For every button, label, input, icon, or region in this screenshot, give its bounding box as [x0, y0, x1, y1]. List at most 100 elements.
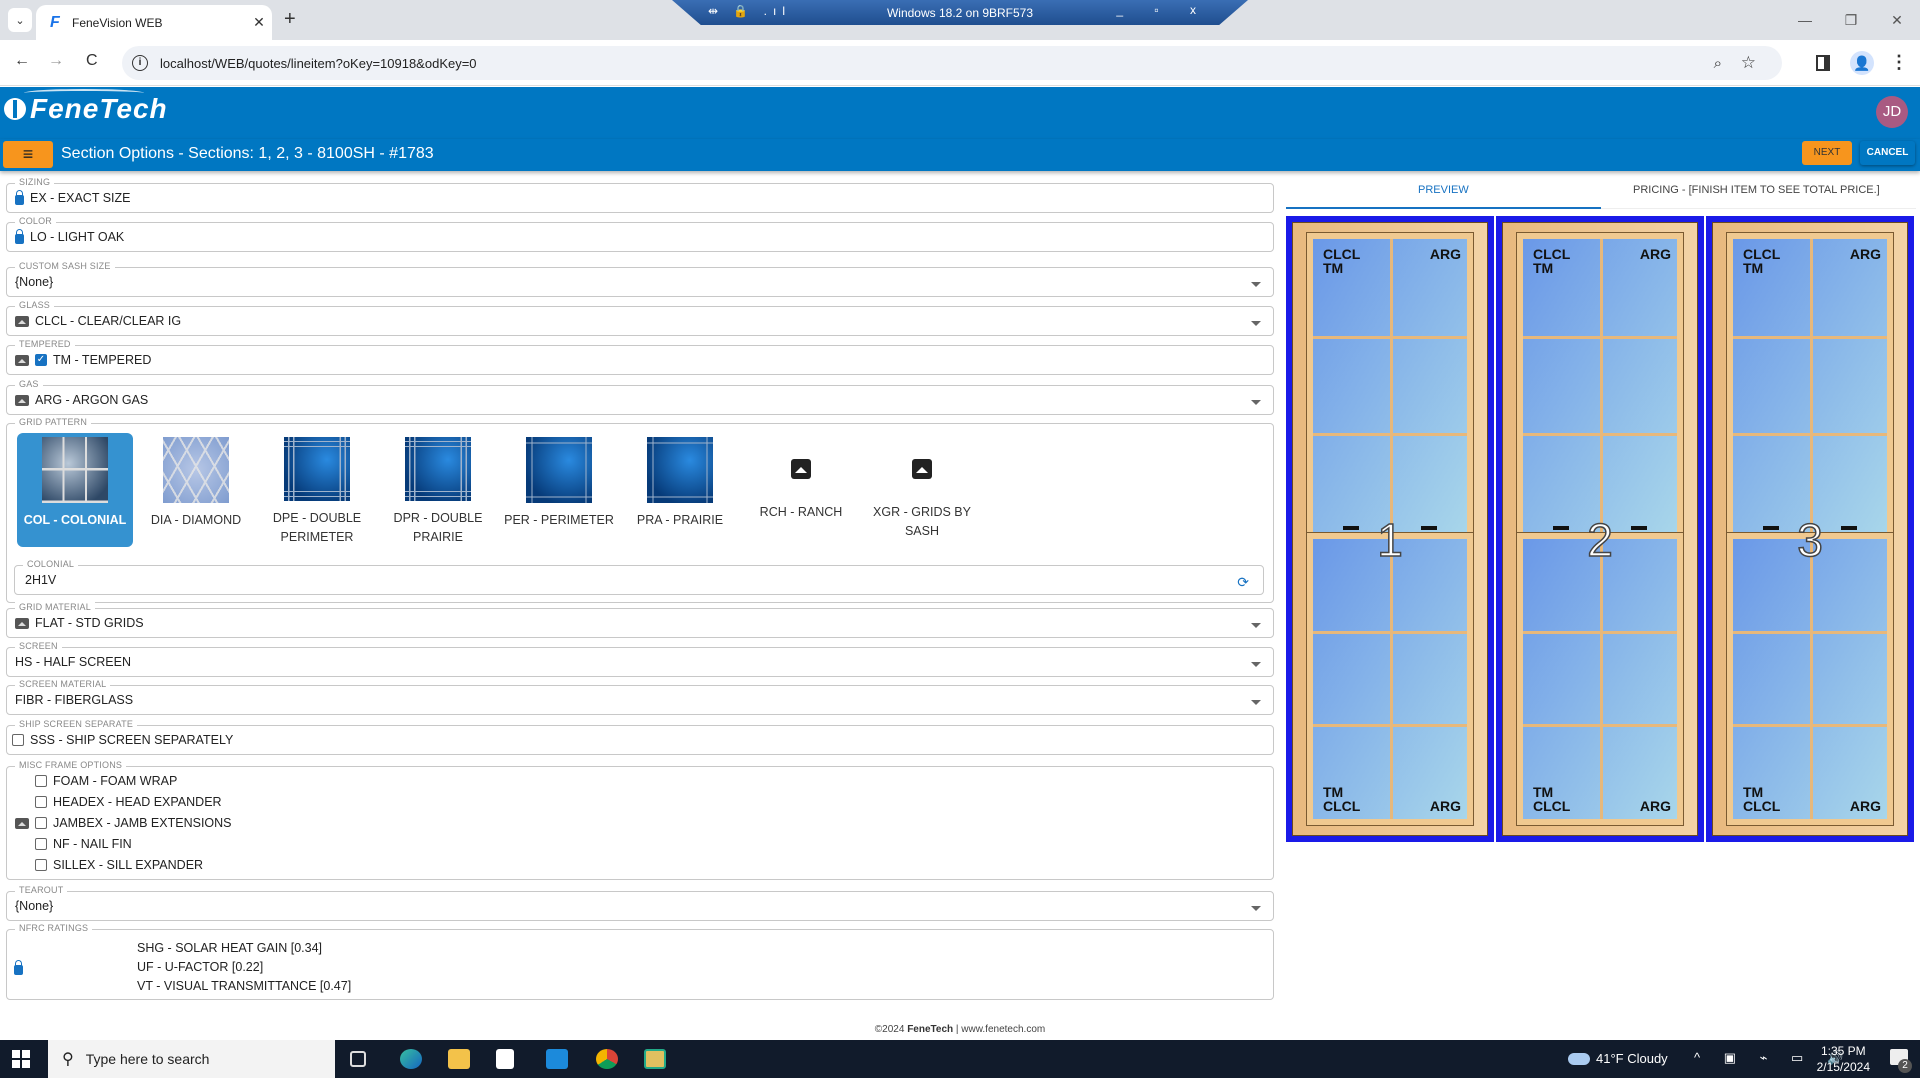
grid-material-select[interactable]: GRID MATERIAL FLAT - STD GRIDS [6, 602, 1274, 638]
grid-option-grids-by-sash[interactable]: XGR - GRIDS BY SASH [864, 433, 980, 547]
weather-widget[interactable]: 41°F Cloudy [1568, 1051, 1668, 1066]
fenetech-logo[interactable]: FeneTech [4, 89, 168, 125]
dropdown-arrow-icon[interactable] [1251, 700, 1261, 705]
dropdown-arrow-icon[interactable] [1251, 400, 1261, 405]
option-label: FOAM - FOAM WRAP [53, 774, 178, 788]
dropdown-arrow-icon[interactable] [1251, 662, 1261, 667]
close-window-button[interactable]: ✕ [1874, 0, 1920, 40]
mail-icon[interactable] [546, 1049, 568, 1069]
sash-lock-icon [1553, 526, 1569, 530]
dropdown-arrow-icon[interactable] [1251, 906, 1261, 911]
dropdown-arrow-icon[interactable] [1251, 321, 1261, 326]
edge-browser-icon[interactable] [400, 1049, 422, 1069]
site-info-icon[interactable]: i [132, 55, 148, 71]
misc-option-sillex[interactable]: SILLEX - SILL EXPANDER [15, 858, 203, 872]
misc-option-jambex[interactable]: JAMBEX - JAMB EXTENSIONS [15, 816, 232, 830]
side-panel-icon[interactable] [1816, 55, 1830, 71]
windows-start-icon[interactable] [12, 1050, 30, 1068]
grid-muntin [1733, 631, 1887, 635]
misc-option-headex[interactable]: HEADEX - HEAD EXPANDER [15, 795, 222, 809]
forward-button[interactable]: → [48, 52, 64, 70]
microsoft-store-icon[interactable] [496, 1049, 514, 1069]
image-icon[interactable] [15, 315, 29, 327]
tearout-value: {None} [15, 899, 54, 913]
grid-option-prairie[interactable]: PRA - PRAIRIE [622, 433, 738, 547]
dropdown-arrow-icon[interactable] [1251, 282, 1261, 287]
grid-muntin [1390, 239, 1393, 533]
restore-button[interactable]: ❐ [1828, 0, 1874, 40]
colonial-input[interactable]: COLONIAL 2H1V ⟳ [14, 559, 1264, 595]
grid-option-double-perimeter[interactable]: DPE - DOUBLE PERIMETER [259, 433, 375, 547]
screen-select[interactable]: SCREEN HS - HALF SCREEN [6, 641, 1274, 677]
diamond-thumbnail [163, 437, 229, 503]
task-view-icon[interactable] [350, 1051, 366, 1067]
zoom-icon[interactable]: ⌕ [1714, 55, 1722, 72]
tab-preview[interactable]: PREVIEW [1418, 184, 1469, 196]
dropdown-arrow-icon[interactable] [1251, 623, 1261, 628]
tempered-checkbox[interactable]: ✓ [35, 354, 47, 366]
menu-hamburger-icon[interactable]: ≡ [3, 141, 53, 168]
checkbox[interactable] [35, 775, 47, 787]
window-section-2[interactable]: CLCL TM ARG TM CLCL ARG 2 [1496, 216, 1704, 842]
nfrc-shg: SHG - SOLAR HEAT GAIN [0.34] [137, 941, 323, 955]
grid-muntin [1523, 433, 1677, 437]
checkbox[interactable] [35, 838, 47, 850]
window-section-1[interactable]: CLCL TM ARG TM CLCL ARG 1 [1286, 216, 1494, 842]
checkbox[interactable] [35, 859, 47, 871]
grid-option-label: DPR - DOUBLE PRAIRIE [393, 511, 483, 544]
screen-material-select[interactable]: SCREEN MATERIAL FIBR - FIBERGLASS [6, 679, 1274, 715]
grid-muntin [1600, 239, 1603, 533]
image-icon[interactable] [15, 394, 29, 406]
back-button[interactable]: ← [14, 52, 30, 70]
rdp-window-controls[interactable]: _ ▫ x [1116, 3, 1210, 17]
grid-option-diamond[interactable]: DIA - DIAMOND [138, 433, 254, 547]
colonial-value[interactable]: 2H1V [25, 573, 56, 587]
colonial-label: COLONIAL [23, 559, 79, 569]
reload-button[interactable]: C [86, 52, 98, 70]
tab-search-button[interactable]: ⌄ [8, 8, 32, 32]
grid-option-double-prairie[interactable]: DPR - DOUBLE PRAIRIE [380, 433, 496, 547]
bookmark-star-icon[interactable]: ☆ [1741, 53, 1756, 73]
chrome-icon[interactable] [596, 1049, 618, 1069]
image-icon[interactable] [15, 817, 29, 829]
remote-tool-icon[interactable] [644, 1049, 666, 1069]
taskbar-search[interactable]: ⚲ Type here to search [48, 1040, 335, 1078]
tab-close-icon[interactable]: ✕ [246, 14, 272, 31]
ship-screen-separate-checkbox[interactable] [12, 734, 24, 746]
misc-option-nf[interactable]: NF - NAIL FIN [15, 837, 132, 851]
tearout-select[interactable]: TEAROUT {None} [6, 885, 1274, 921]
profile-icon[interactable]: 👤 [1850, 51, 1874, 75]
browser-tab[interactable]: F FeneVision WEB ✕ [36, 5, 272, 40]
next-button[interactable]: NEXT [1802, 141, 1852, 165]
footer-link[interactable]: www.fenetech.com [961, 1024, 1045, 1035]
grid-option-colonial[interactable]: COL - COLONIAL [17, 433, 133, 547]
option-label: JAMBEX - JAMB EXTENSIONS [53, 816, 232, 830]
checkbox[interactable] [35, 817, 47, 829]
address-bar[interactable]: i localhost/WEB/quotes/lineitem?oKey=109… [122, 46, 1782, 80]
user-avatar[interactable]: JD [1876, 96, 1908, 128]
glass-label: GLASS [15, 300, 55, 310]
tab-pricing[interactable]: PRICING - [FINISH ITEM TO SEE TOTAL PRIC… [1633, 184, 1880, 196]
image-placeholder-icon [791, 459, 811, 479]
custom-sash-size-select[interactable]: CUSTOM SASH SIZE {None} [6, 261, 1274, 297]
gas-select[interactable]: GAS ARG - ARGON GAS [6, 379, 1274, 415]
remote-desktop-bar: ⇹ 🔒 .ıl Windows 18.2 on 9BRF573 _ ▫ x [672, 0, 1248, 25]
grid-option-label: PRA - PRAIRIE [636, 513, 724, 527]
misc-option-foam[interactable]: FOAM - FOAM WRAP [15, 774, 177, 788]
cancel-button[interactable]: CANCEL [1860, 141, 1915, 165]
browser-menu-icon[interactable]: ⋮ [1890, 52, 1908, 73]
grid-muntin [1313, 631, 1467, 635]
grid-option-ranch[interactable]: RCH - RANCH [743, 433, 859, 547]
refresh-icon[interactable]: ⟳ [1237, 574, 1249, 591]
window-section-3[interactable]: CLCL TM ARG TM CLCL ARG 3 [1706, 216, 1914, 842]
file-explorer-icon[interactable] [448, 1049, 470, 1069]
image-icon[interactable] [15, 354, 29, 366]
url-text[interactable]: localhost/WEB/quotes/lineitem?oKey=10918… [160, 56, 477, 71]
minimize-button[interactable]: — [1782, 0, 1828, 40]
checkbox[interactable] [35, 796, 47, 808]
new-tab-button[interactable]: + [284, 8, 296, 31]
glass-select[interactable]: GLASS CLCL - CLEAR/CLEAR IG [6, 300, 1274, 336]
clock[interactable]: 1:35 PM 2/15/2024 [1817, 1043, 1870, 1075]
grid-option-perimeter[interactable]: PER - PERIMETER [501, 433, 617, 547]
image-icon[interactable] [15, 617, 29, 629]
